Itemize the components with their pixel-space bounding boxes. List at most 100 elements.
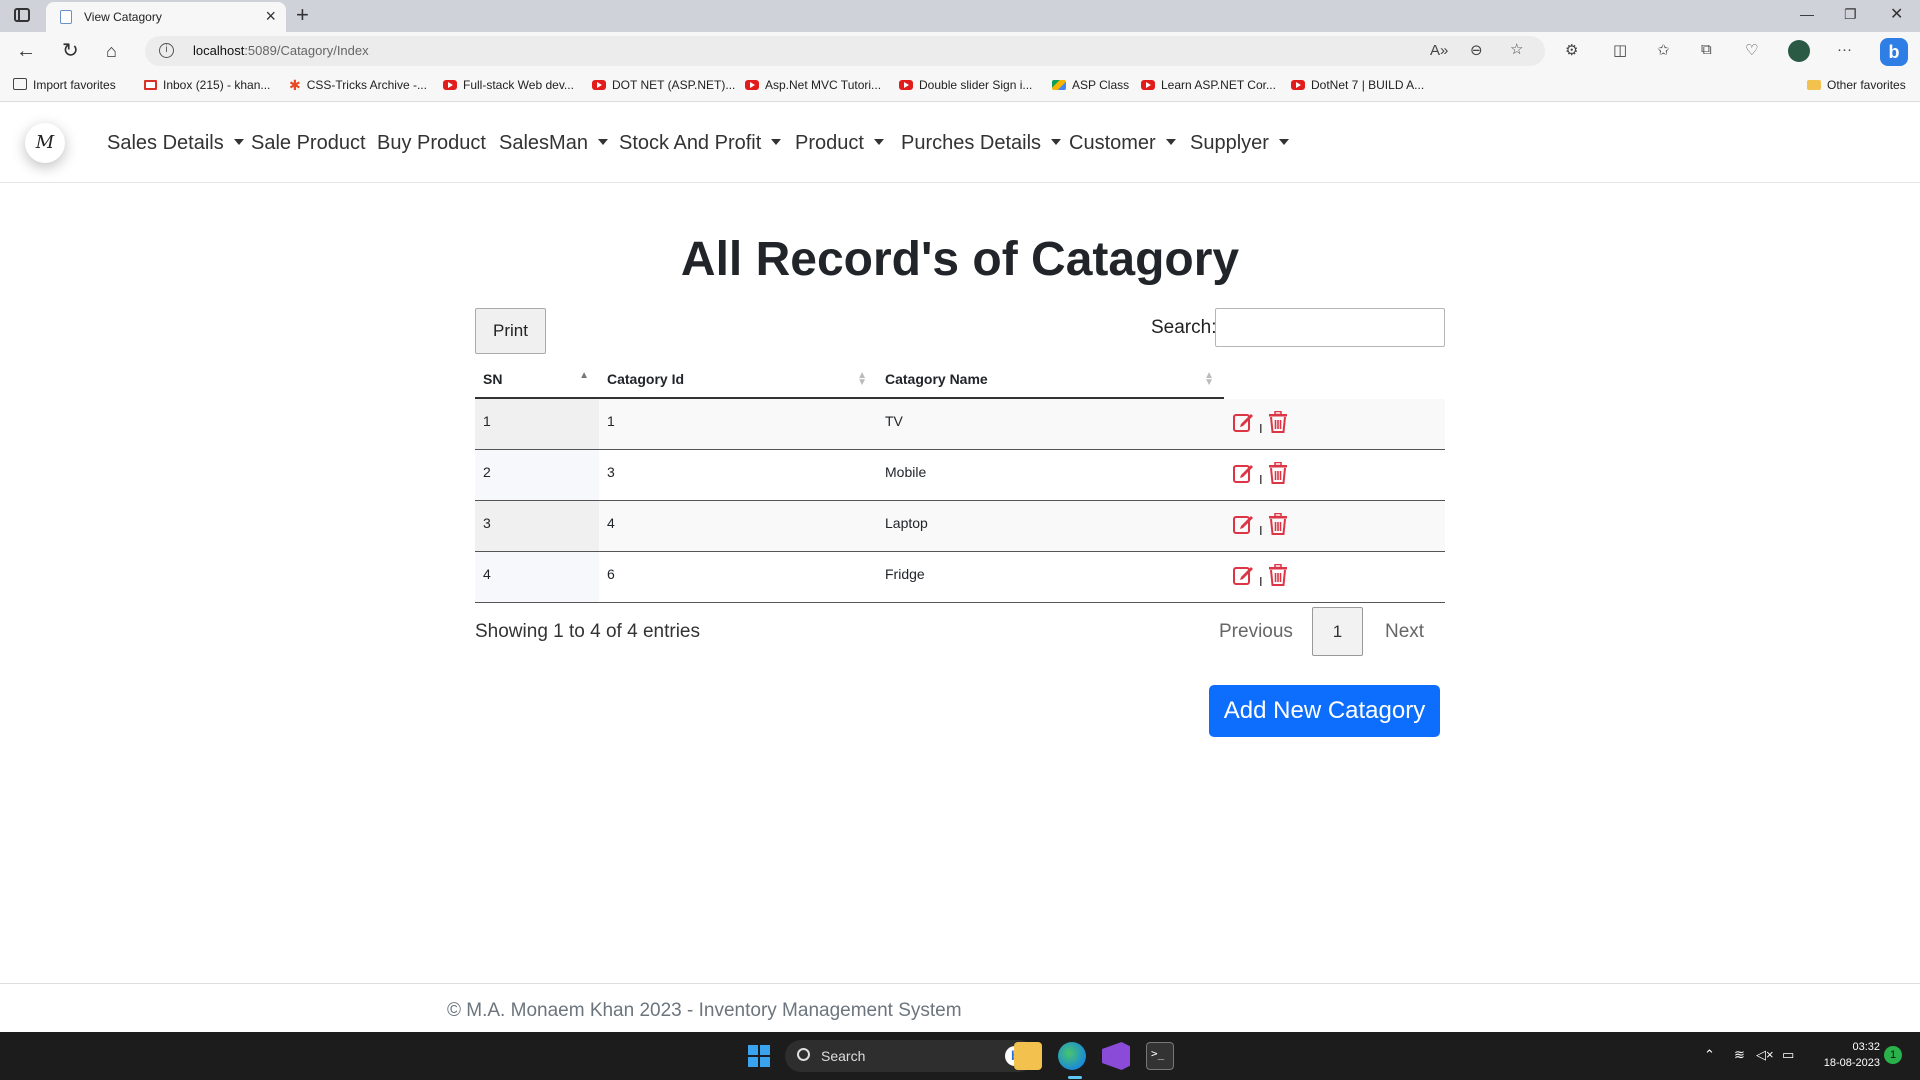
brand-logo[interactable]: M — [25, 123, 65, 163]
import-icon — [13, 78, 27, 90]
pagination-previous[interactable]: Previous — [1219, 621, 1293, 669]
nav-purches-details[interactable]: Purches Details — [901, 132, 1062, 155]
close-tab-icon[interactable]: × — [265, 6, 276, 26]
edit-icon[interactable] — [1232, 462, 1254, 487]
restore-icon[interactable]: ❐ — [1844, 6, 1857, 23]
tab-actions-icon[interactable] — [14, 8, 30, 22]
action-separator: I — [1259, 573, 1263, 589]
tab-title: View Catagory — [84, 10, 162, 24]
cell-catagory-name: Laptop — [877, 500, 1224, 552]
edge-icon[interactable] — [1058, 1042, 1086, 1070]
pagination-next[interactable]: Next — [1385, 621, 1424, 669]
action-separator: I — [1259, 522, 1263, 538]
nav-product[interactable]: Product — [795, 132, 884, 155]
bookmark-dotnet7[interactable]: DotNet 7 | BUILD A... — [1291, 78, 1424, 92]
nav-customer[interactable]: Customer — [1069, 132, 1176, 155]
bookmark-fullstack[interactable]: Full-stack Web dev... — [443, 78, 574, 92]
active-app-indicator — [1068, 1076, 1082, 1079]
bookmark-css-tricks[interactable]: ✱ CSS-Tricks Archive -... — [289, 78, 427, 92]
delete-icon[interactable] — [1268, 512, 1288, 538]
youtube-icon — [1141, 80, 1155, 90]
terminal-icon[interactable] — [1146, 1042, 1174, 1070]
edit-icon[interactable] — [1232, 513, 1254, 538]
folder-icon — [1807, 80, 1821, 90]
cell-catagory-id: 3 — [599, 449, 877, 501]
split-screen-icon[interactable]: ◫ — [1613, 41, 1627, 59]
caret-down-icon — [1051, 139, 1062, 145]
volume-muted-icon[interactable]: ◁× — [1756, 1047, 1774, 1063]
profile-avatar[interactable] — [1788, 40, 1810, 62]
site-info-icon[interactable]: i — [159, 43, 174, 58]
cell-sn: 2 — [475, 449, 599, 501]
file-explorer-icon[interactable] — [1014, 1042, 1042, 1070]
bookmark-other-favorites[interactable]: Other favorites — [1807, 78, 1906, 92]
bookmark-double-slider[interactable]: Double slider Sign i... — [899, 78, 1032, 92]
home-icon[interactable]: ⌂ — [106, 40, 117, 62]
bookmark-import-favorites[interactable]: Import favorites — [13, 78, 116, 92]
delete-icon[interactable] — [1268, 563, 1288, 589]
delete-icon[interactable] — [1268, 410, 1288, 436]
youtube-icon — [592, 80, 606, 90]
bookmark-asp-class[interactable]: ASP Class — [1052, 78, 1129, 92]
search-input[interactable] — [1215, 308, 1445, 347]
taskbar-search[interactable]: Search b — [785, 1040, 1035, 1072]
cell-catagory-name: TV — [877, 398, 1224, 450]
system-clock[interactable]: 03:32 18-08-2023 — [1810, 1039, 1880, 1071]
bookmark-learn-aspnet[interactable]: Learn ASP.NET Cor... — [1141, 78, 1276, 92]
more-options-icon[interactable]: ··· — [1837, 41, 1852, 58]
bing-copilot-icon[interactable]: b — [1880, 38, 1908, 66]
url-field[interactable]: i localhost:5089/Catagory/Index A» ⊖ ☆ — [145, 36, 1545, 66]
refresh-icon[interactable]: ↻ — [62, 40, 79, 62]
pagination-page-1[interactable]: 1 — [1312, 607, 1363, 656]
table-row: 1 1 TV I — [475, 398, 1445, 450]
column-header-catagory-name[interactable]: Catagory Name ▲ ▼ — [877, 360, 1224, 398]
print-button[interactable]: Print — [475, 308, 546, 354]
favorite-star-icon[interactable]: ☆ — [1510, 40, 1523, 58]
wifi-icon[interactable]: ≋ — [1734, 1047, 1745, 1063]
close-window-icon[interactable]: ✕ — [1890, 4, 1903, 24]
nav-stock-and-profit[interactable]: Stock And Profit — [619, 132, 782, 155]
new-tab-icon[interactable]: + — [296, 2, 309, 28]
back-icon[interactable]: ← — [16, 40, 36, 62]
column-header-sn[interactable]: SN ▲ — [475, 360, 599, 398]
edit-icon[interactable] — [1232, 564, 1254, 589]
nav-sales-details[interactable]: Sales Details — [107, 132, 244, 155]
action-separator: I — [1259, 421, 1263, 437]
show-hidden-icons-icon[interactable]: ⌃ — [1704, 1047, 1715, 1063]
column-header-catagory-id[interactable]: Catagory Id ▲ ▼ — [599, 360, 877, 398]
nav-supplyer[interactable]: Supplyer — [1190, 132, 1289, 155]
caret-down-icon — [873, 139, 884, 145]
clock-date: 18-08-2023 — [1823, 1057, 1880, 1069]
page-title: All Record's of Catagory — [680, 233, 1240, 286]
cell-sn: 1 — [475, 398, 599, 450]
browser-essentials-icon[interactable]: ♡ — [1745, 41, 1758, 59]
zoom-icon[interactable]: ⊖ — [1470, 41, 1483, 59]
delete-icon[interactable] — [1268, 461, 1288, 487]
nav-sale-product[interactable]: Sale Product — [251, 132, 366, 155]
cell-sn: 3 — [475, 500, 599, 552]
browser-tab[interactable]: View Catagory × — [46, 2, 286, 32]
youtube-icon — [1291, 80, 1305, 90]
bookmark-aspnet-mvc[interactable]: Asp.Net MVC Tutori... — [745, 78, 881, 92]
minimize-icon[interactable]: — — [1800, 6, 1814, 22]
extensions-icon[interactable]: ⚙ — [1565, 41, 1578, 59]
browser-tab-bar: View Catagory × + — ❐ ✕ — [0, 0, 1920, 32]
notification-badge[interactable]: 1 — [1884, 1046, 1902, 1064]
favorites-icon[interactable]: ✩ — [1657, 41, 1670, 59]
caret-down-icon — [771, 139, 782, 145]
add-new-catagory-button[interactable]: Add New Catagory — [1209, 685, 1440, 737]
table-info: Showing 1 to 4 of 4 entries — [475, 621, 700, 642]
collections-icon[interactable]: ⧉ — [1701, 41, 1712, 58]
read-aloud-icon[interactable]: A» — [1430, 42, 1448, 59]
cell-actions: I — [1224, 500, 1445, 552]
nav-salesman[interactable]: SalesMan — [499, 132, 608, 155]
bookmark-gmail[interactable]: Inbox (215) - khan... — [144, 78, 270, 92]
table-row: 3 4 Laptop I — [475, 500, 1445, 552]
caret-down-icon — [233, 139, 244, 145]
battery-icon[interactable]: ▭ — [1782, 1047, 1794, 1063]
windows-start-icon[interactable] — [748, 1045, 770, 1067]
edit-icon[interactable] — [1232, 411, 1254, 436]
visual-studio-icon[interactable] — [1102, 1042, 1130, 1070]
bookmark-dotnet[interactable]: DOT NET (ASP.NET)... — [592, 78, 735, 92]
nav-buy-product[interactable]: Buy Product — [377, 132, 486, 155]
